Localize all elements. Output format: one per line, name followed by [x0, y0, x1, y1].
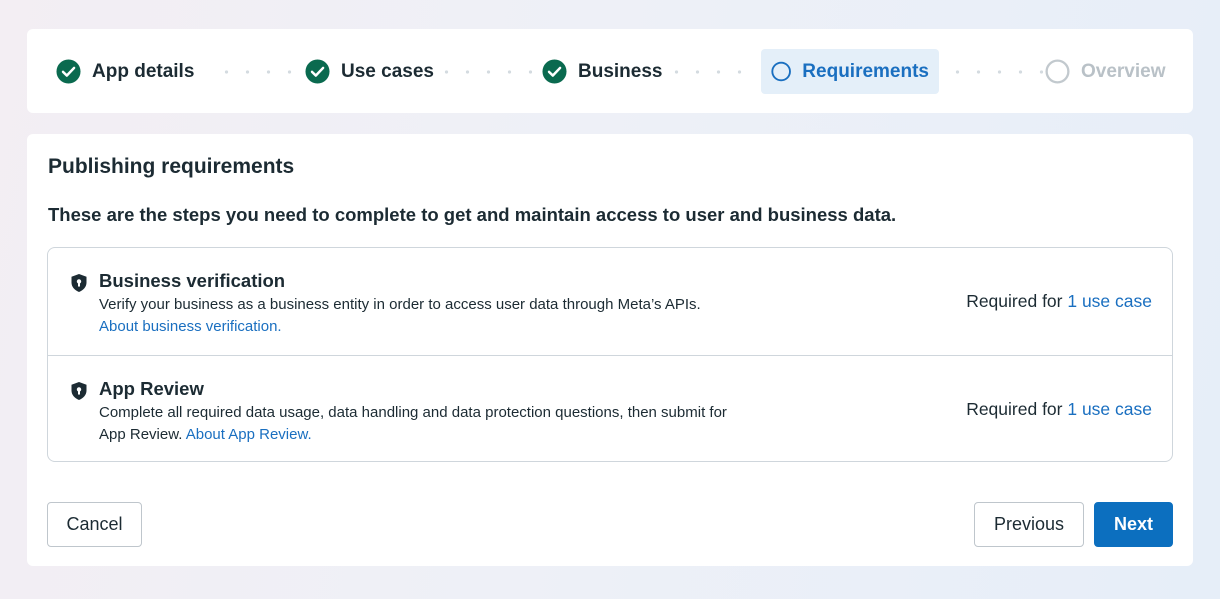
check-circle-icon	[542, 59, 567, 84]
next-button[interactable]: Next	[1094, 502, 1173, 547]
step-connector	[436, 70, 532, 74]
progress-stepper: App details Use cases Business Requireme…	[27, 29, 1193, 113]
requirement-name: Business verification	[99, 270, 286, 291]
cancel-button[interactable]: Cancel	[47, 502, 142, 547]
open-circle-icon	[771, 61, 791, 82]
step-connector	[216, 70, 296, 74]
step-label: Use cases	[341, 60, 434, 82]
empty-circle-icon	[1045, 59, 1070, 84]
required-for-text: Required for 1 use case	[966, 291, 1152, 311]
shield-lock-icon	[71, 382, 87, 400]
step-label: Overview	[1081, 60, 1166, 82]
requirement-description: Verify your business as a business entit…	[99, 296, 701, 335]
check-circle-icon	[56, 59, 81, 84]
requirement-business-verification: Business verification Verify your busine…	[48, 248, 1172, 355]
use-case-link[interactable]: 1 use case	[1067, 399, 1152, 419]
use-case-link[interactable]: 1 use case	[1067, 291, 1152, 311]
step-label: Requirements	[802, 60, 929, 82]
step-connector	[947, 70, 1043, 74]
requirement-description: Complete all required data usage, data h…	[99, 404, 727, 443]
step-overview[interactable]: Overview	[1045, 49, 1166, 94]
step-label: Business	[578, 60, 663, 82]
step-use-cases[interactable]: Use cases	[305, 49, 434, 94]
step-business[interactable]: Business	[542, 49, 662, 94]
previous-button[interactable]: Previous	[974, 502, 1084, 547]
step-label: App details	[92, 60, 195, 82]
page-subtitle: These are the steps you need to complete…	[48, 204, 897, 225]
requirement-name: App Review	[99, 378, 204, 399]
requirement-app-review: App Review Complete all required data us…	[48, 355, 1172, 462]
about-app-review-link[interactable]: About App Review.	[186, 426, 312, 443]
requirements-list: Business verification Verify your busine…	[47, 247, 1173, 462]
about-business-verification-link[interactable]: About business verification.	[99, 318, 282, 335]
publishing-requirements-panel: Publishing requirements These are the st…	[27, 134, 1193, 566]
step-requirements[interactable]: Requirements	[761, 49, 939, 94]
step-app-details[interactable]: App details	[56, 49, 194, 94]
required-for-text: Required for 1 use case	[966, 399, 1152, 419]
shield-lock-icon	[71, 274, 87, 292]
check-circle-icon	[305, 59, 330, 84]
step-connector	[666, 70, 756, 74]
page-title: Publishing requirements	[48, 155, 295, 178]
